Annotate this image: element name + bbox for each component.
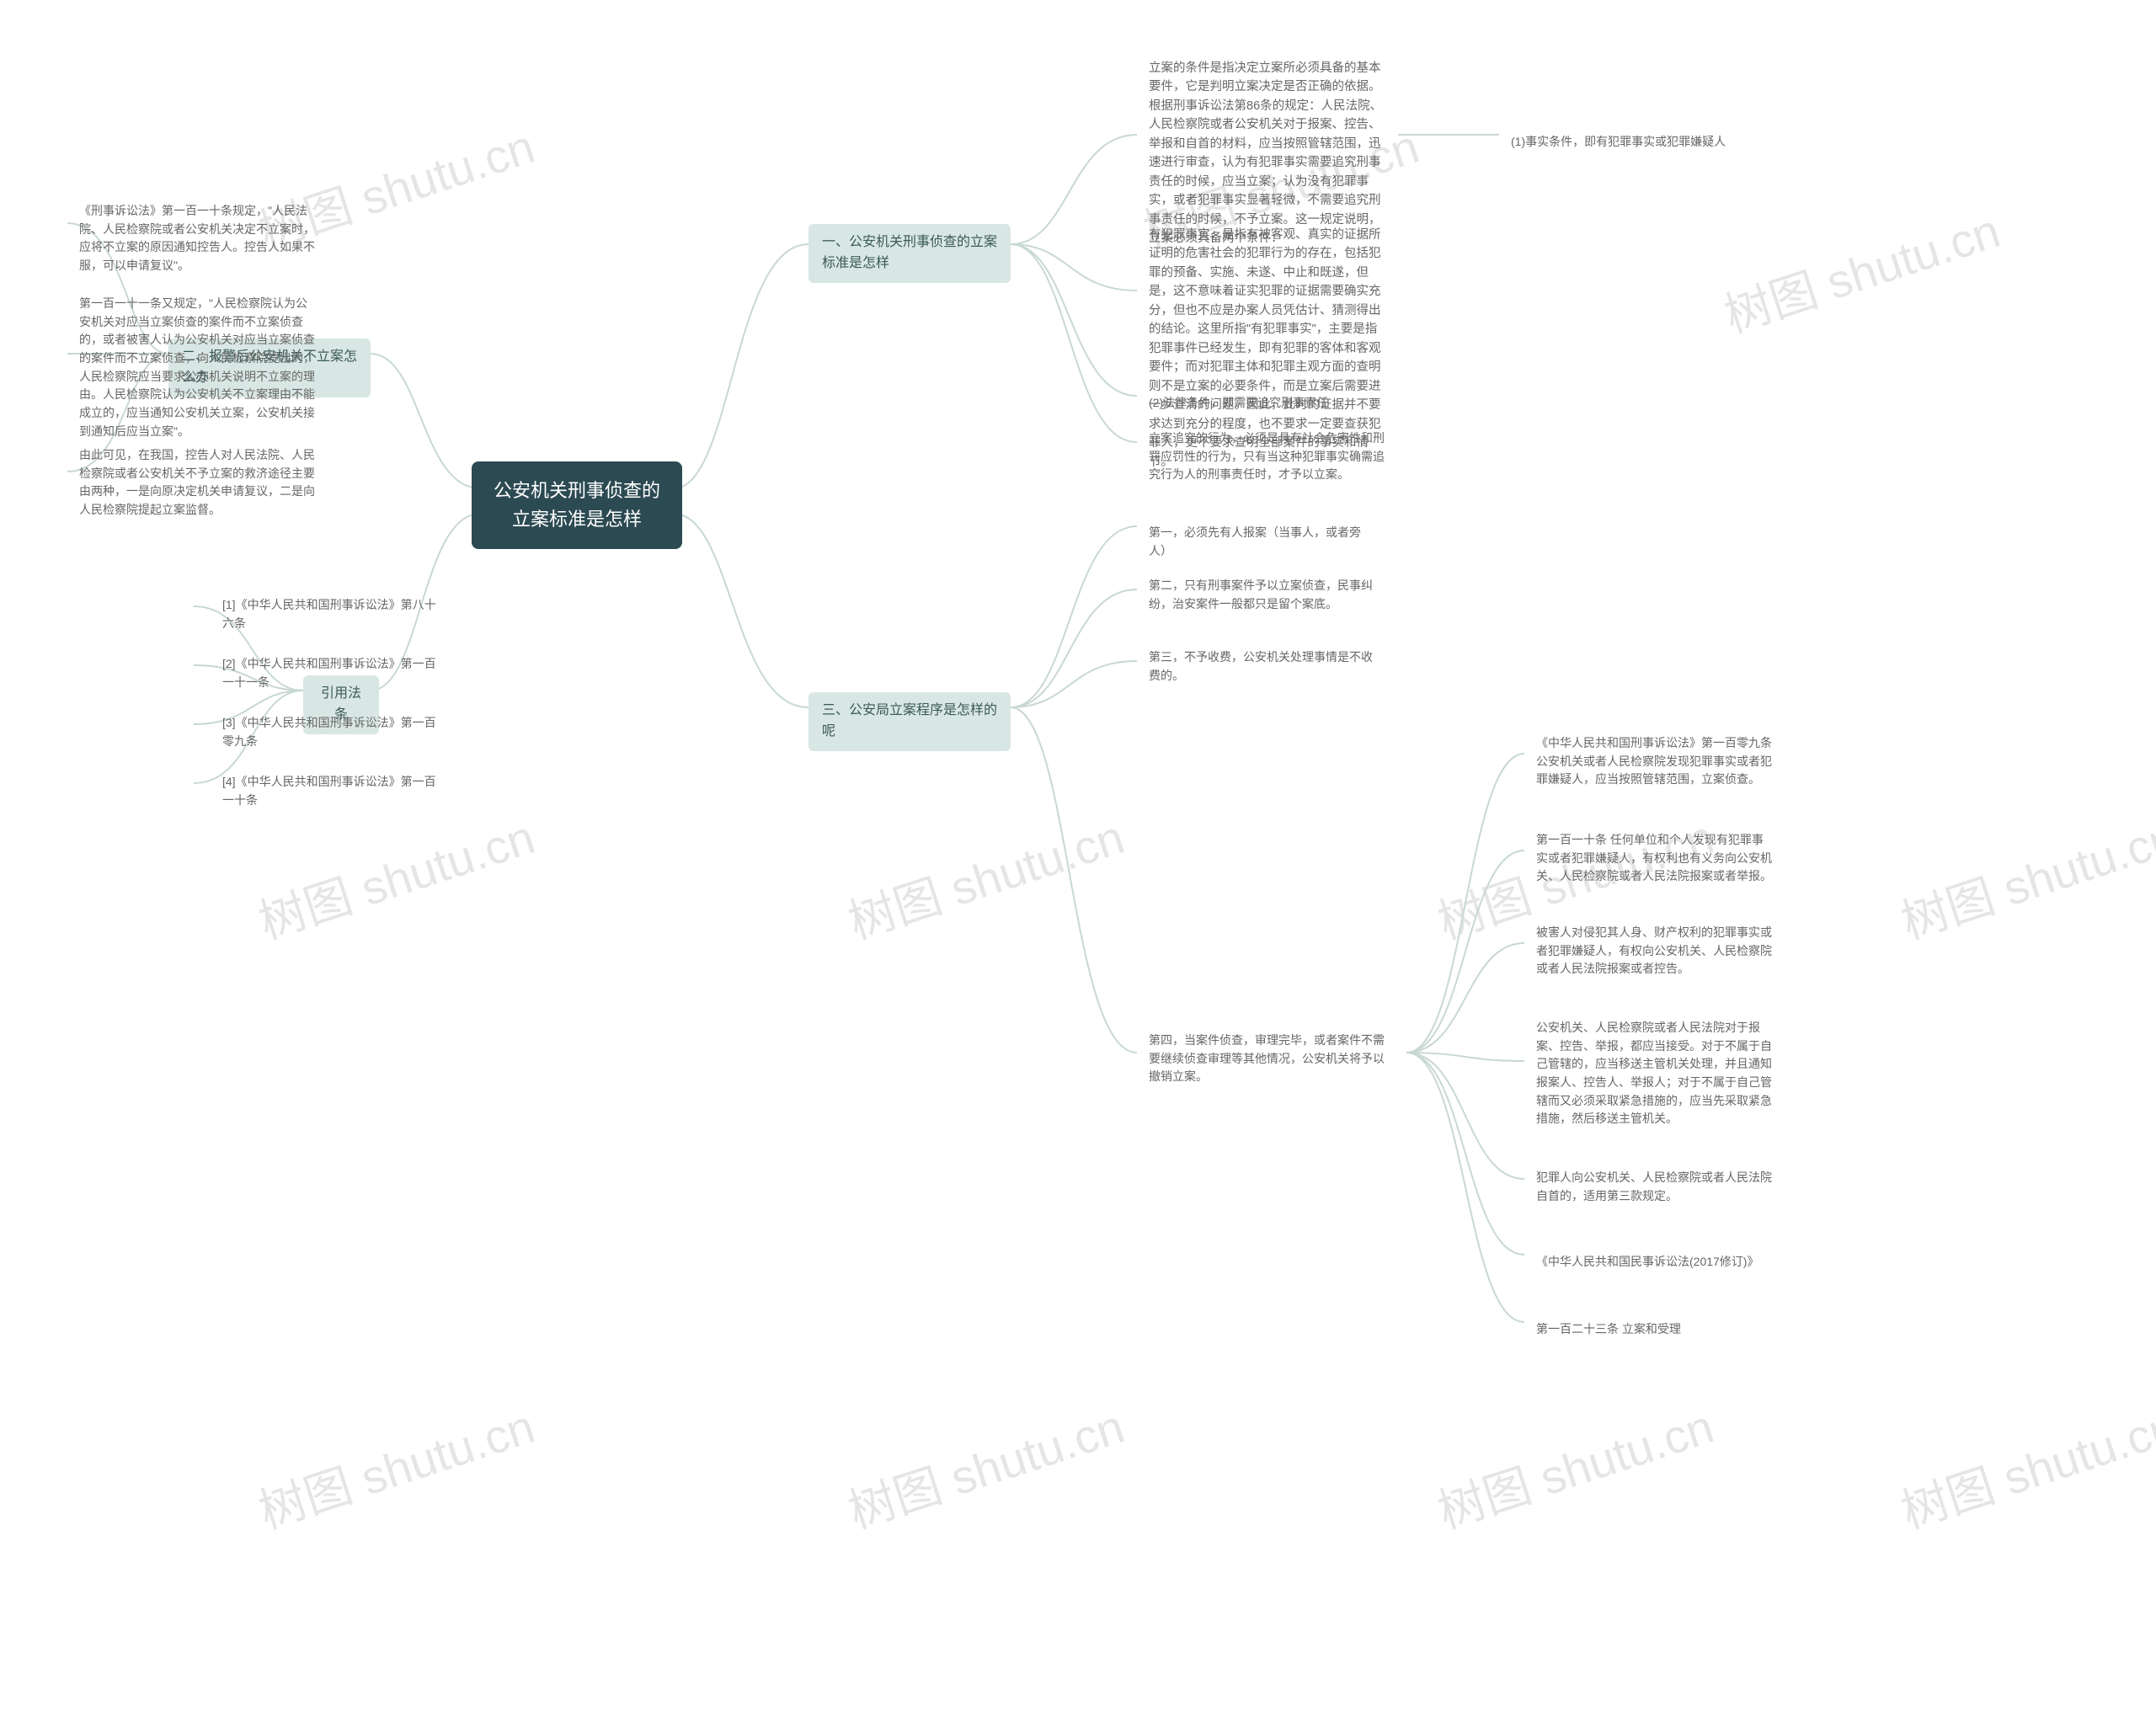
b2-n2: 第一百一十一条又规定，"人民检察院认为公安机关对应当立案侦查的案件而不立案侦查的… [67,286,328,450]
b3-n3: 第三，不予收费，公安机关处理事情是不收费的。 [1137,640,1390,693]
b1-n1a: (1)事实条件，即有犯罪事实或犯罪嫌疑人 [1499,125,1743,160]
b3-n4-7: 第一百二十三条 立案和受理 [1524,1312,1743,1347]
ref-2: [2]《中华人民共和国刑事诉讼法》第一百一十一条 [211,647,455,700]
watermark: 树图 shutu.cn [1428,1389,1721,1543]
ref-1: [1]《中华人民共和国刑事诉讼法》第八十六条 [211,588,455,641]
b3-n4-2: 第一百一十条 任何单位和个人发现有犯罪事实或者犯罪嫌疑人，有权利也有义务向公安机… [1524,823,1785,894]
watermark: 树图 shutu.cn [1715,194,2008,347]
b3-n4: 第四，当案件侦查，审理完毕，或者案件不需要继续侦查审理等其他情况，公安机关将予以… [1137,1023,1406,1095]
b2-n3: 由此可见，在我国，控告人对人民法院、人民检察院或者公安机关不予立案的救济途径主要… [67,438,328,528]
b1-n3: (2)法律条件，即需要追究刑事责任 [1137,386,1373,421]
b3-n4-6: 《中华人民共和国民事诉讼法(2017修订)》 [1524,1245,1785,1280]
b3-n4-4: 公安机关、人民检察院或者人民法院对于报案、控告、举报，都应当接受。对于不属于自己… [1524,1010,1785,1137]
b3-n1: 第一，必须先有人报案（当事人，或者旁人） [1137,515,1390,568]
b1-n4: 立案追究的行为，必须是具有社会危害性和刑罚应罚性的行为，只有当这种犯罪事实确需追… [1137,421,1398,493]
watermark: 树图 shutu.cn [1892,800,2156,953]
watermark: 树图 shutu.cn [839,800,1132,953]
branch-3[interactable]: 三、公安局立案程序是怎样的呢 [808,692,1011,751]
watermark: 树图 shutu.cn [249,800,542,953]
b3-n2: 第二，只有刑事案件予以立案侦查，民事纠纷，治安案件一般都只是留个案底。 [1137,568,1390,621]
watermark: 树图 shutu.cn [839,1389,1132,1543]
b2-n1: 《刑事诉讼法》第一百一十条规定，"人民法院、人民检察院或者公安机关决定不立案时，… [67,194,328,284]
ref-3: [3]《中华人民共和国刑事诉讼法》第一百零九条 [211,706,455,759]
watermark: 树图 shutu.cn [249,1389,542,1543]
ref-4: [4]《中华人民共和国刑事诉讼法》第一百一十条 [211,765,455,818]
b3-n4-5: 犯罪人向公安机关、人民检察院或者人民法院自首的，适用第三款规定。 [1524,1160,1785,1213]
watermark: 树图 shutu.cn [1892,1389,2156,1543]
b3-n4-3: 被害人对侵犯其人身、财产权利的犯罪事实或者犯罪嫌疑人，有权向公安机关、人民检察院… [1524,915,1785,987]
branch-1[interactable]: 一、公安机关刑事侦查的立案标准是怎样 [808,224,1011,283]
b3-n4-1: 《中华人民共和国刑事诉讼法》第一百零九条 公安机关或者人民检察院发现犯罪事实或者… [1524,726,1785,797]
root-node[interactable]: 公安机关刑事侦查的立案标准是怎样 [472,461,682,549]
